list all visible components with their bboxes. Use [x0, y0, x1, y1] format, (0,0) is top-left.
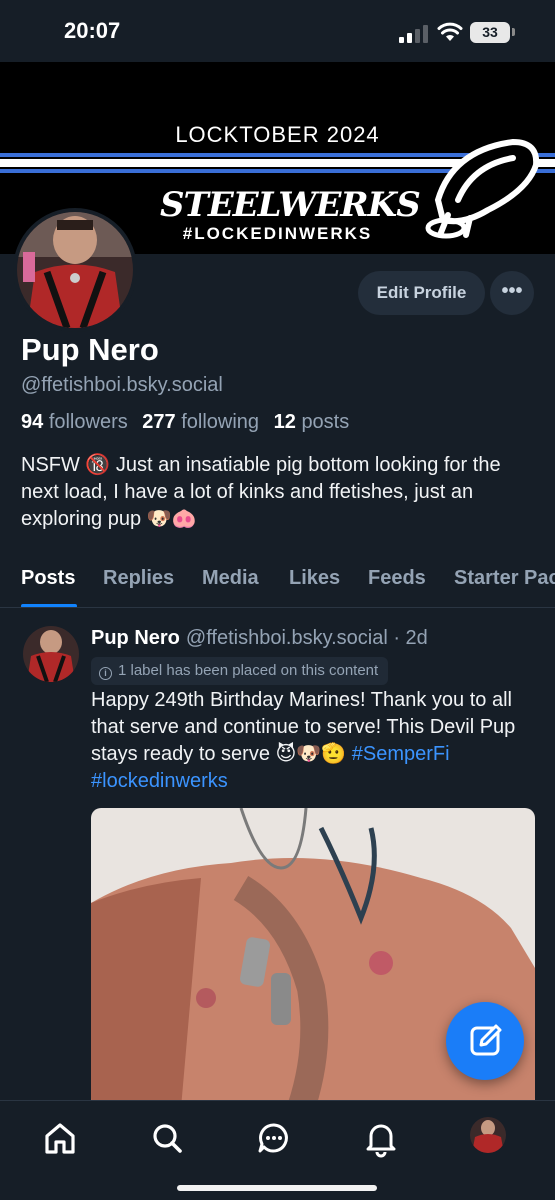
compose-icon [470, 1024, 502, 1056]
post-text: Happy 249th Birthday Marines! Thank you … [91, 687, 531, 795]
post-author-avatar[interactable] [23, 626, 79, 682]
home-icon[interactable] [40, 1118, 80, 1158]
wifi-icon [437, 22, 463, 41]
profile-avatar-nav[interactable] [470, 1117, 506, 1153]
compose-post-button[interactable] [446, 1002, 524, 1080]
status-bar: 20:07 33 [0, 0, 555, 62]
content-label-text: 1 label has been placed on this content [118, 662, 379, 679]
battery-indicator: 33 [470, 22, 510, 43]
posts-stat: 12 posts [274, 411, 350, 433]
followers-stat[interactable]: 94 followers [21, 411, 128, 433]
posts-label: posts [301, 411, 350, 433]
banner-tagline: #LOCKEDINWERKS [182, 224, 373, 243]
profile-avatar[interactable] [13, 208, 137, 332]
banner-brand: STEELWERKS [160, 185, 421, 225]
post-header: Pup Nero @ffetishboi.bsky.social · 2d [91, 627, 428, 650]
post-timestamp: · 2d [393, 627, 428, 649]
profile-handle: @ffetishboi.bsky.social [21, 374, 223, 396]
bell-icon[interactable] [361, 1118, 401, 1158]
nav-avatar-image [470, 1117, 506, 1153]
followers-label: followers [48, 411, 128, 433]
search-icon[interactable] [147, 1118, 187, 1158]
active-tab-indicator [21, 604, 77, 607]
followers-count: 94 [21, 411, 44, 433]
more-options-button[interactable]: ••• [490, 271, 534, 315]
edit-profile-button[interactable]: Edit Profile [358, 271, 485, 315]
tab-media[interactable]: Media [202, 567, 259, 590]
home-indicator [177, 1185, 377, 1191]
following-stat[interactable]: 277 following [142, 411, 259, 433]
display-name: Pup Nero [21, 332, 159, 367]
following-label: following [181, 411, 260, 433]
content-label-notice[interactable]: i 1 label has been placed on this content [91, 657, 389, 685]
post-avatar-image [23, 626, 79, 682]
tab-likes[interactable]: Likes [289, 567, 340, 590]
following-count: 277 [142, 411, 176, 433]
tab-starter-packs[interactable]: Starter Pac [454, 567, 555, 590]
post-author-handle[interactable]: @ffetishboi.bsky.social [186, 627, 388, 649]
post-body: Happy 249th Birthday Marines! Thank you … [91, 689, 516, 765]
battery-tip [512, 28, 515, 36]
device-illustration-icon [425, 138, 540, 239]
cellular-signal-icon [399, 25, 428, 43]
posts-count: 12 [273, 411, 296, 433]
profile-tabs: Posts Replies Media Likes Feeds Starter … [0, 555, 555, 608]
tab-posts[interactable]: Posts [21, 567, 75, 590]
tab-feeds[interactable]: Feeds [368, 567, 426, 590]
avatar-image [17, 212, 133, 328]
profile-bio: NSFW 🔞 Just an insatiable pig bottom loo… [21, 454, 501, 530]
info-icon: i [99, 667, 112, 680]
tab-replies[interactable]: Replies [103, 567, 174, 590]
post-author-name[interactable]: Pup Nero [91, 627, 180, 649]
profile-stats: 94 followers 277 following 12 posts [21, 411, 358, 434]
status-time: 20:07 [64, 18, 121, 43]
chat-icon[interactable] [254, 1118, 294, 1158]
